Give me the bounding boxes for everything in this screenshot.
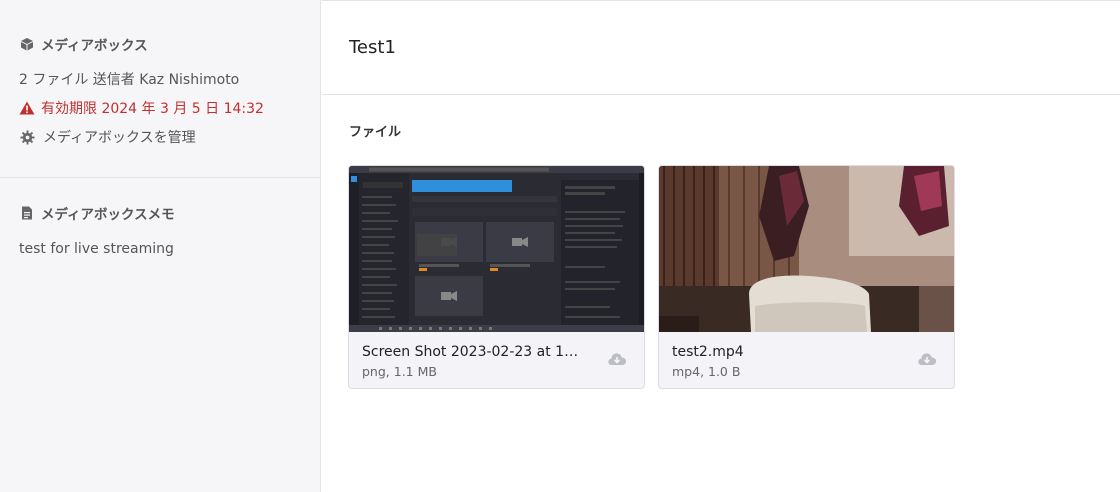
mediabox-heading-label: メディアボックス [41,38,148,54]
cloud-download-icon[interactable] [917,350,937,366]
memo-heading: メディアボックスメモ [19,204,175,223]
files-info-text: 2 ファイル 送信者 Kaz Nishimoto [19,72,240,88]
files-info: 2 ファイル 送信者 Kaz Nishimoto [19,70,320,88]
expiry-text: 有効期限 2024 年 3 月 5 日 14:32 [41,101,264,117]
header-divider [322,94,1120,95]
sidebar: メディアボックス 2 ファイル 送信者 Kaz Nishimoto 有効期限 2… [0,0,321,492]
manage-mediabox-link[interactable]: メディアボックスを管理 [19,128,320,146]
memo-heading-label: メディアボックスメモ [41,207,175,223]
page-title: Test1 [349,37,396,58]
sidebar-divider [0,177,321,178]
screenshot-thumbnail [349,166,644,332]
file-name: test2.mp4 [672,344,744,360]
file-name: Screen Shot 2023-02-23 at 10.4... [362,344,582,360]
memo-text: test for live streaming [19,240,175,258]
gear-icon [19,129,35,145]
mediabox-memo-section: メディアボックスメモ test for live streaming [19,204,175,258]
files-section-label: ファイル [349,125,402,140]
mediabox-info-section: メディアボックス 2 ファイル 送信者 Kaz Nishimoto 有効期限 2… [0,0,320,146]
top-border [322,0,1120,1]
file-meta: mp4, 1.0 B [672,364,741,379]
file-meta: png, 1.1 MB [362,364,437,379]
expiry-info: 有効期限 2024 年 3 月 5 日 14:32 [19,99,320,117]
box-icon [19,36,35,52]
file-card-video[interactable]: test2.mp4 mp4, 1.0 B [658,165,955,389]
video-thumbnail [659,166,954,332]
cloud-download-icon[interactable] [607,350,627,366]
warning-icon [19,100,35,116]
main-content: Test1 ファイル Screen Shot 2023-02-23 at 10.… [322,0,1120,492]
memo-text-content: test for live streaming [19,241,174,257]
document-icon [19,205,35,221]
mediabox-heading: メディアボックス [19,35,320,54]
manage-mediabox-label: メディアボックスを管理 [43,130,196,146]
file-card-screenshot[interactable]: Screen Shot 2023-02-23 at 10.4... png, 1… [348,165,645,389]
